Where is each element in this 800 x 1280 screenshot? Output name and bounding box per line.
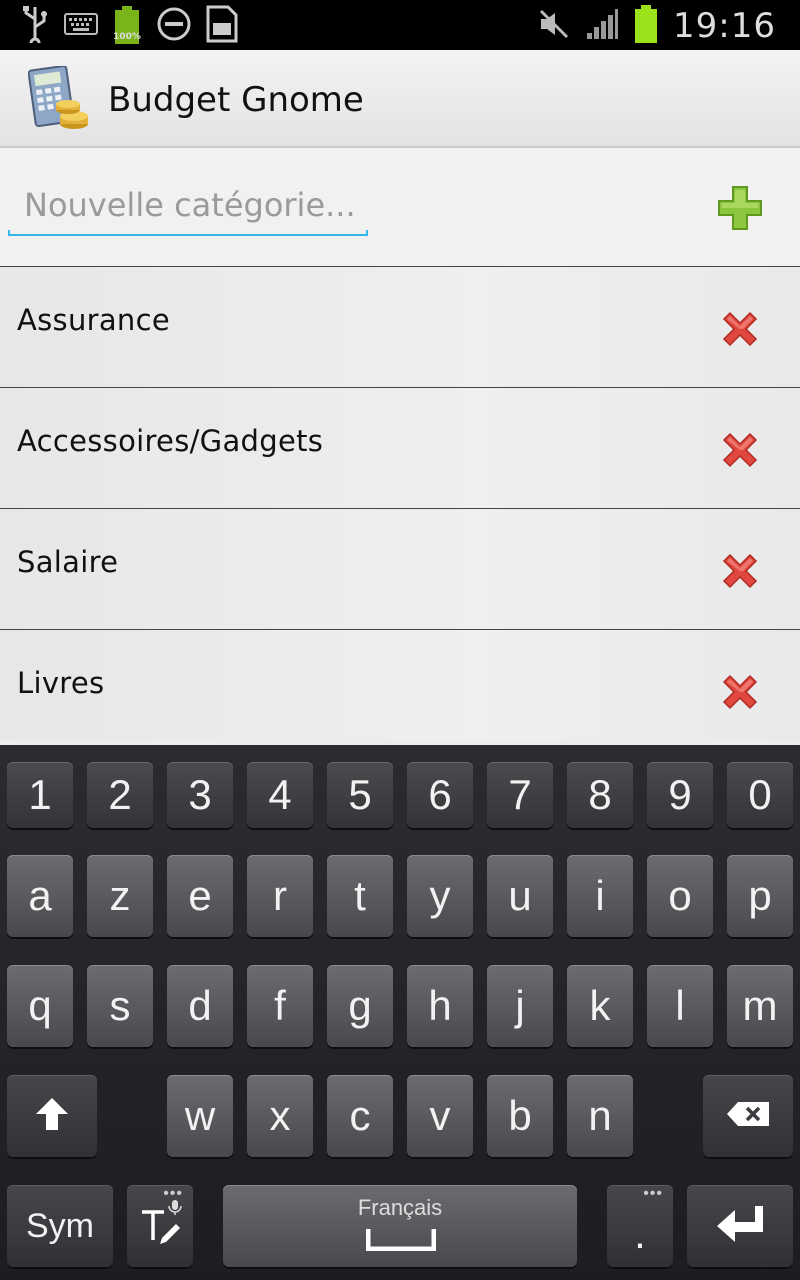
list-item[interactable]: Salaire [0, 509, 800, 630]
key-l[interactable]: l [647, 965, 713, 1047]
key-s[interactable]: s [87, 965, 153, 1047]
key-9[interactable]: 9 [647, 762, 713, 828]
battery-icon [633, 5, 659, 47]
space-language-label: Français [357, 1195, 443, 1220]
key-j[interactable]: j [487, 965, 553, 1047]
list-item[interactable]: Accessoires/Gadgets [0, 388, 800, 509]
key-z[interactable]: z [87, 855, 153, 937]
backspace-icon [726, 1101, 770, 1132]
keyboard-icon [64, 13, 98, 39]
soft-keyboard: 1 2 3 4 5 6 7 8 9 0 a z e r t y u i o p … [0, 745, 800, 1280]
key-d[interactable]: d [167, 965, 233, 1047]
shift-arrow-icon [34, 1096, 70, 1137]
status-bar-right: 19:16 [537, 5, 776, 47]
status-bar: 100% 19:16 [0, 0, 800, 50]
usb-icon [20, 5, 50, 49]
enter-icon [715, 1204, 765, 1249]
more-dots: ••• [163, 1185, 183, 1202]
key-k[interactable]: k [567, 965, 633, 1047]
backspace-key[interactable] [703, 1075, 793, 1157]
key-g[interactable]: g [327, 965, 393, 1047]
space-bar-icon [365, 1229, 437, 1256]
plus-icon[interactable] [716, 184, 764, 232]
key-o[interactable]: o [647, 855, 713, 937]
category-label: Livres [17, 666, 105, 700]
key-m[interactable]: m [727, 965, 793, 1047]
action-bar: Budget Gnome [0, 50, 800, 148]
key-x[interactable]: x [247, 1075, 313, 1157]
new-category-input[interactable] [8, 178, 368, 232]
key-8[interactable]: 8 [567, 762, 633, 828]
list-item[interactable]: Livres [0, 630, 800, 740]
space-key[interactable]: Français [223, 1185, 577, 1267]
category-label: Salaire [17, 545, 119, 579]
key-4[interactable]: 4 [247, 762, 313, 828]
delete-x-icon[interactable] [718, 670, 762, 714]
key-e[interactable]: e [167, 855, 233, 937]
key-2[interactable]: 2 [87, 762, 153, 828]
key-f[interactable]: f [247, 965, 313, 1047]
shift-key[interactable] [7, 1075, 97, 1157]
category-label: Accessoires/Gadgets [17, 424, 324, 458]
key-i[interactable]: i [567, 855, 633, 937]
sd-card-icon [206, 5, 238, 47]
battery-percent: 100% [113, 32, 141, 42]
key-1[interactable]: 1 [7, 762, 73, 828]
status-bar-left: 100% [20, 5, 238, 49]
key-v[interactable]: v [407, 1075, 473, 1157]
text-input-key[interactable]: ••• [127, 1185, 193, 1267]
text-edit-mic-icon [136, 1199, 184, 1253]
key-u[interactable]: u [487, 855, 553, 937]
category-list: Assurance Accessoires/Gadgets Salaire Li… [0, 267, 800, 740]
calculator-coins-icon [27, 65, 90, 130]
more-dots: ••• [643, 1185, 663, 1202]
mute-icon [537, 9, 571, 43]
key-3[interactable]: 3 [167, 762, 233, 828]
app-title: Budget Gnome [108, 80, 364, 120]
signal-icon [585, 7, 619, 45]
key-y[interactable]: y [407, 855, 473, 937]
status-time: 19:16 [673, 6, 776, 46]
key-n[interactable]: n [567, 1075, 633, 1157]
key-7[interactable]: 7 [487, 762, 553, 828]
period-label: . [634, 1210, 646, 1257]
sym-key[interactable]: Sym [7, 1185, 113, 1267]
input-underline [8, 230, 368, 236]
key-t[interactable]: t [327, 855, 393, 937]
key-c[interactable]: c [327, 1075, 393, 1157]
key-q[interactable]: q [7, 965, 73, 1047]
do-not-disturb-icon [156, 6, 192, 46]
key-0[interactable]: 0 [727, 762, 793, 828]
battery-full-icon: 100% [112, 6, 142, 46]
delete-x-icon[interactable] [718, 307, 762, 351]
key-p[interactable]: p [727, 855, 793, 937]
key-a[interactable]: a [7, 855, 73, 937]
key-5[interactable]: 5 [327, 762, 393, 828]
category-label: Assurance [17, 303, 170, 337]
list-item[interactable]: Assurance [0, 267, 800, 388]
key-h[interactable]: h [407, 965, 473, 1047]
delete-x-icon[interactable] [718, 549, 762, 593]
key-r[interactable]: r [247, 855, 313, 937]
enter-key[interactable] [687, 1185, 793, 1267]
key-w[interactable]: w [167, 1075, 233, 1157]
period-key[interactable]: ••• . [607, 1185, 673, 1267]
key-6[interactable]: 6 [407, 762, 473, 828]
key-b[interactable]: b [487, 1075, 553, 1157]
delete-x-icon[interactable] [718, 428, 762, 472]
